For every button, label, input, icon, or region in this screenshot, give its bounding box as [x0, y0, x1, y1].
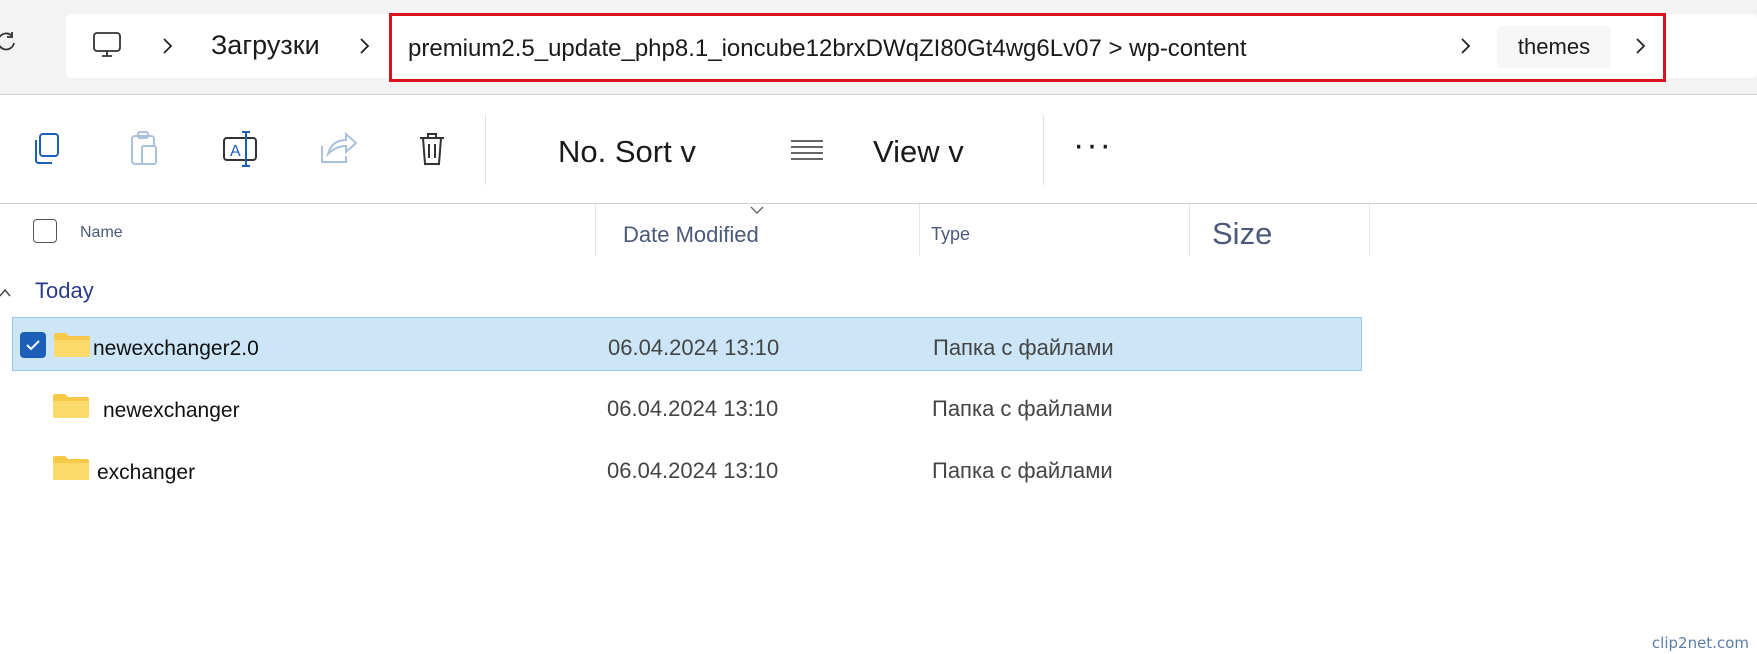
- column-size[interactable]: Size: [1212, 216, 1272, 252]
- column-header: [0, 204, 1757, 258]
- file-row[interactable]: exchanger 06.04.2024 13:10 Папка с файла…: [12, 441, 1362, 495]
- sort-desc-icon: [750, 206, 764, 214]
- column-date-modified[interactable]: Date Modified: [623, 222, 759, 248]
- file-row[interactable]: newexchanger 06.04.2024 13:10 Папка с фа…: [12, 379, 1362, 433]
- group-header-today[interactable]: Today: [35, 278, 94, 304]
- toolbar-separator: [485, 115, 486, 185]
- column-divider[interactable]: [919, 204, 920, 256]
- column-name[interactable]: Name: [80, 224, 123, 242]
- folder-icon: [54, 333, 90, 357]
- column-divider[interactable]: [595, 204, 596, 256]
- file-name: newexchanger: [103, 399, 240, 422]
- file-row[interactable]: newexchanger2.0 06.04.2024 13:10 Папка с…: [12, 317, 1362, 371]
- crumb-downloads[interactable]: Загрузки: [211, 30, 320, 61]
- folder-icon: [53, 394, 89, 418]
- address-bar: Загрузки premium2.5_update_php8.1_ioncub…: [0, 0, 1757, 95]
- file-type: Папка с файлами: [932, 396, 1113, 421]
- file-date-modified: 06.04.2024 13:10: [608, 335, 780, 360]
- watermark: clip2net.com: [1651, 634, 1749, 652]
- delete-icon[interactable]: [410, 126, 458, 174]
- sort-button[interactable]: No. Sort v: [558, 134, 696, 170]
- folder-icon: [53, 456, 89, 480]
- share-icon[interactable]: [314, 126, 362, 174]
- toolbar-separator: [1043, 115, 1044, 185]
- file-type: Папка с файлами: [932, 458, 1113, 483]
- file-name: exchanger: [97, 461, 196, 484]
- paste-icon[interactable]: [122, 126, 170, 174]
- chevron-right-icon[interactable]: [358, 37, 372, 55]
- more-options-button[interactable]: ···: [1073, 126, 1113, 165]
- highlight-box: [389, 13, 1666, 82]
- copy-icon[interactable]: [26, 126, 74, 174]
- svg-text:A: A: [230, 143, 241, 160]
- view-button[interactable]: View v: [873, 134, 964, 170]
- collapse-group-icon[interactable]: [0, 286, 12, 300]
- column-type[interactable]: Type: [931, 224, 970, 245]
- chevron-right-icon[interactable]: [161, 37, 175, 55]
- refresh-icon[interactable]: [0, 30, 18, 54]
- file-date-modified: 06.04.2024 13:10: [607, 458, 779, 483]
- checkmark-icon: [26, 340, 40, 351]
- column-divider[interactable]: [1369, 204, 1370, 256]
- column-divider[interactable]: [1189, 204, 1190, 256]
- file-type: Папка с файлами: [933, 335, 1114, 360]
- file-date-modified: 06.04.2024 13:10: [607, 396, 779, 421]
- this-pc-icon[interactable]: [92, 30, 122, 60]
- select-all-checkbox[interactable]: [33, 219, 57, 243]
- row-checkbox[interactable]: [20, 332, 46, 358]
- view-lines-icon[interactable]: [790, 138, 824, 162]
- file-name: newexchanger2.0: [93, 337, 259, 360]
- rename-icon[interactable]: A: [218, 126, 266, 174]
